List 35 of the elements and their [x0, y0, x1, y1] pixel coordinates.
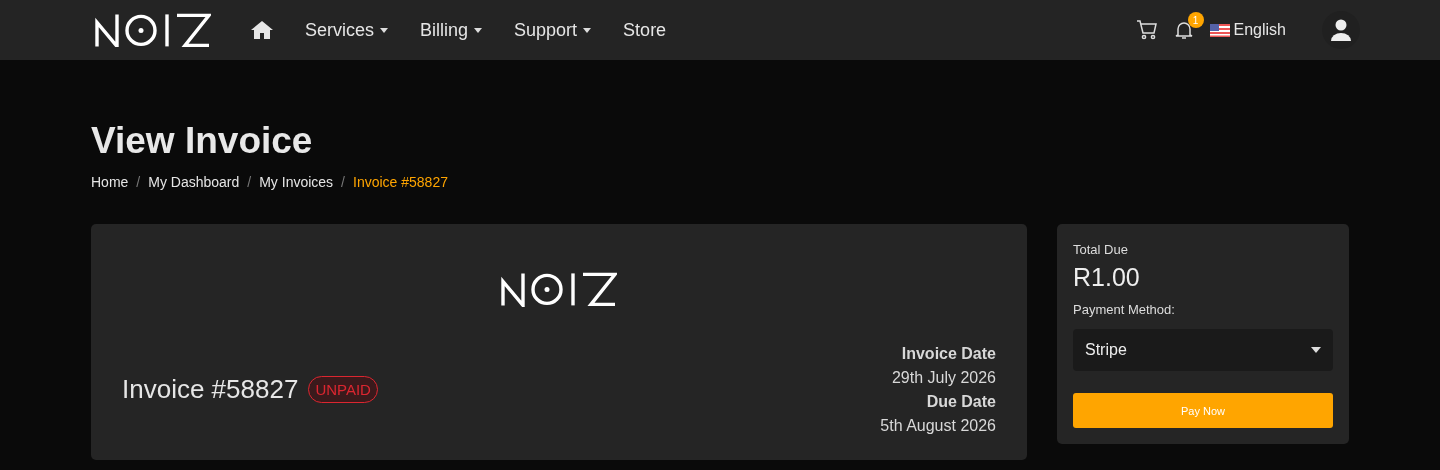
language-selector[interactable]: English	[1209, 21, 1286, 39]
nav-menu[interactable]: Support	[514, 19, 592, 41]
breadcrumb-separator: /	[136, 174, 141, 190]
breadcrumb-separator: /	[247, 174, 252, 190]
nav-menu[interactable]: Services	[305, 19, 389, 41]
payment-method-label: Payment Method:	[1073, 302, 1176, 317]
cart-icon[interactable]	[1135, 20, 1158, 40]
flag-icon	[1209, 23, 1230, 37]
caret-icon	[583, 27, 592, 33]
caret-icon	[474, 27, 483, 33]
invoice-number: Invoice #58827	[122, 374, 299, 406]
bell-icon[interactable]	[1173, 20, 1194, 40]
status-badge: UNPAID	[308, 376, 378, 404]
user-avatar[interactable]	[1322, 11, 1360, 49]
breadcrumb-link[interactable]: Home	[91, 174, 129, 190]
user-icon	[1331, 19, 1351, 41]
date-label: Invoice Date	[901, 344, 996, 363]
payment-method-select[interactable]: Stripe	[1073, 329, 1333, 371]
breadcrumb-link[interactable]: My Invoices	[259, 174, 334, 190]
breadcrumb-link[interactable]: Invoice #58827	[353, 174, 448, 190]
caret-icon	[380, 27, 389, 33]
breadcrumb-separator: /	[341, 174, 345, 190]
date-value: 5th August 2026	[880, 416, 996, 435]
total-amount: R1.00	[1073, 263, 1141, 292]
date-label: Due Date	[926, 392, 996, 411]
notification-badge: 1	[1187, 12, 1204, 28]
breadcrumb-link[interactable]: My Dashboard	[148, 174, 240, 190]
date-value: 29th July 2026	[891, 368, 996, 387]
select-value: Stripe	[1085, 341, 1127, 359]
page-title: View Invoice	[91, 120, 314, 162]
caret-icon	[1311, 347, 1321, 353]
nav-link[interactable]: Store	[623, 19, 667, 41]
nav-menu[interactable]: Billing	[420, 19, 483, 41]
total-label: Total Due	[1073, 242, 1129, 257]
home-icon[interactable]	[251, 21, 273, 39]
